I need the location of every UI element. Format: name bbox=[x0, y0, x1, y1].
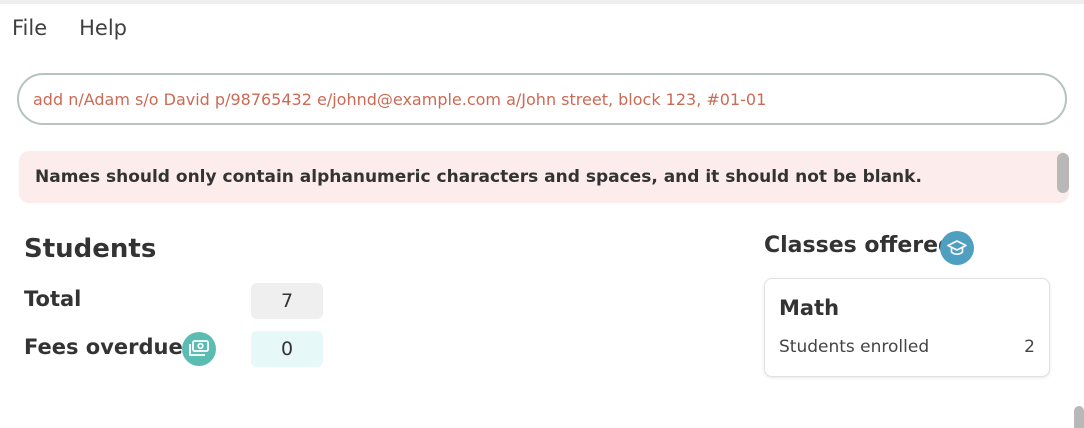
result-display: Names should only contain alphanumeric c… bbox=[19, 151, 1069, 203]
total-label: Total bbox=[24, 287, 82, 311]
page-scrollbar[interactable] bbox=[1074, 406, 1084, 428]
students-title: Students bbox=[24, 234, 157, 264]
menu-file[interactable]: File bbox=[12, 16, 47, 40]
fees-overdue-value: 0 bbox=[251, 331, 323, 367]
result-scrollbar[interactable] bbox=[1057, 153, 1069, 193]
classes-offered-title: Classes offered bbox=[764, 233, 954, 258]
class-name: Math bbox=[779, 296, 840, 320]
money-icon bbox=[182, 332, 216, 366]
result-message: Names should only contain alphanumeric c… bbox=[35, 167, 922, 187]
command-input[interactable] bbox=[33, 75, 1051, 123]
menu-help[interactable]: Help bbox=[79, 16, 127, 40]
students-enrolled-value: 2 bbox=[1024, 337, 1035, 357]
command-box[interactable] bbox=[17, 73, 1067, 125]
total-value: 7 bbox=[251, 283, 323, 319]
fees-overdue-label: Fees overdue bbox=[24, 335, 183, 359]
title-strip bbox=[0, 0, 1084, 4]
menu-bar: File Help bbox=[0, 10, 147, 46]
students-enrolled-label: Students enrolled bbox=[779, 337, 930, 357]
graduation-cap-icon bbox=[940, 231, 974, 265]
class-card-math[interactable]: Math Students enrolled 2 bbox=[764, 278, 1050, 377]
